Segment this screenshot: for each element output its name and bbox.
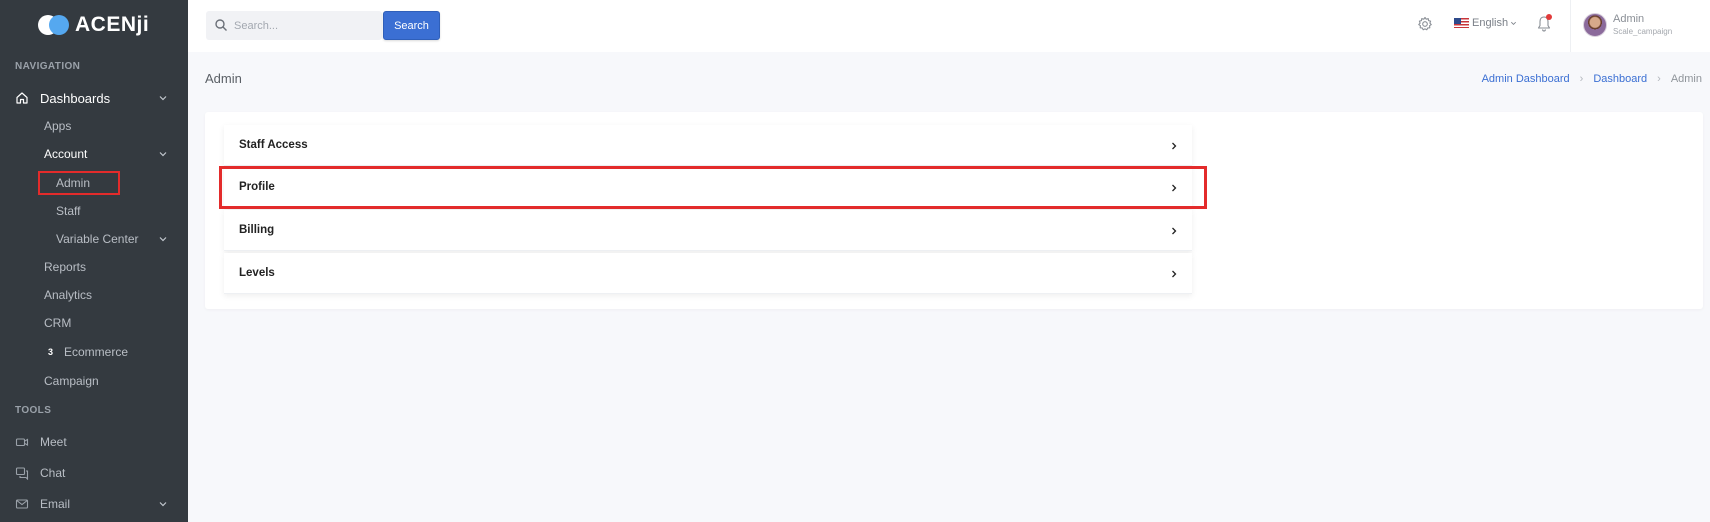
user-menu[interactable]: Admin Scale_campaign [1570, 0, 1710, 52]
sidebar-item-analytics[interactable]: Analytics [0, 282, 188, 308]
accordion-billing[interactable]: Billing [224, 210, 1192, 251]
logo-mark-icon [38, 15, 70, 35]
search-box [206, 11, 382, 40]
us-flag-icon [1454, 18, 1469, 28]
search-input[interactable] [234, 17, 374, 35]
breadcrumb-separator-icon: › [1579, 73, 1584, 85]
breadcrumb-admin-dashboard[interactable]: Admin Dashboard [1482, 73, 1570, 85]
sidebar-item-label: Reports [44, 260, 87, 274]
chevron-down-icon [159, 502, 167, 507]
ecommerce-badge: 3 [48, 347, 54, 357]
gear-icon[interactable] [1417, 16, 1433, 32]
chevron-down-icon [159, 96, 167, 101]
chevron-down-icon [159, 152, 167, 157]
home-icon [16, 92, 28, 104]
sidebar-item-label: Account [44, 147, 88, 161]
accordion-label: Staff Access [239, 139, 308, 151]
sidebar-item-apps[interactable]: Apps [0, 113, 188, 139]
sidebar-item-label: Meet [40, 435, 67, 449]
sidebar-item-label: Email [40, 497, 71, 511]
breadcrumb-separator-icon: › [1657, 73, 1661, 85]
sidebar-item-meet[interactable]: Meet [0, 429, 188, 455]
sidebar-item-campaign[interactable]: Campaign [0, 368, 188, 394]
accordion-label: Billing [239, 224, 275, 236]
breadcrumb-dashboard[interactable]: Dashboard [1593, 73, 1647, 85]
sidebar-item-reports[interactable]: Reports [0, 254, 188, 280]
avatar [1583, 13, 1607, 37]
sidebar-item-label: Dashboards [40, 90, 111, 106]
sidebar-item-account[interactable]: Account [0, 141, 188, 167]
chat-icon [15, 467, 29, 480]
sidebar-item-ecommerce[interactable]: 3 Ecommerce [0, 339, 188, 365]
section-title-tools: TOOLS [15, 405, 52, 416]
accordion-levels[interactable]: Levels [224, 253, 1192, 294]
chevron-down-icon [159, 237, 167, 242]
sidebar-item-staff[interactable]: Staff [0, 198, 188, 224]
search-icon [215, 19, 227, 31]
page-title: Admin [205, 71, 242, 86]
search-button[interactable]: Search [383, 11, 440, 40]
mail-icon [15, 499, 29, 509]
video-camera-icon [15, 438, 29, 447]
sidebar: ACENji NAVIGATION Dashboards Apps Accoun… [0, 0, 188, 522]
sidebar-item-label: Analytics [44, 288, 93, 302]
sidebar-item-label: Variable Center [56, 232, 139, 246]
sidebar-item-dashboards[interactable]: Dashboards [0, 85, 188, 111]
breadcrumb: Admin Dashboard › Dashboard › Admin [1482, 73, 1702, 85]
sidebar-item-variable-center[interactable]: Variable Center [0, 226, 188, 252]
chevron-right-icon [1172, 227, 1177, 235]
sidebar-item-label: Chat [40, 466, 66, 480]
user-name: Admin [1613, 13, 1645, 25]
user-subtitle: Scale_campaign [1613, 27, 1673, 36]
chevron-right-icon [1172, 270, 1177, 278]
topbar: Search English Admin Scale_campaign [188, 0, 1710, 52]
chevron-right-icon [1172, 142, 1177, 150]
sidebar-item-chat[interactable]: Chat [0, 460, 188, 486]
accordion-label: Levels [239, 267, 275, 279]
section-title-navigation: NAVIGATION [15, 61, 81, 72]
brand-name: ACENji [75, 13, 150, 36]
accordion-staff-access[interactable]: Staff Access [224, 125, 1192, 166]
sidebar-item-crm[interactable]: CRM [0, 310, 188, 336]
notification-dot [1546, 14, 1552, 20]
admin-highlight-box [38, 171, 120, 195]
language-selector[interactable]: English [1454, 17, 1517, 29]
brand-logo[interactable]: ACENji [38, 12, 149, 38]
sidebar-item-email[interactable]: Email [0, 491, 188, 517]
chevron-down-icon [1511, 21, 1517, 25]
sidebar-item-label: Apps [44, 119, 72, 133]
sidebar-item-label: Campaign [44, 374, 99, 388]
breadcrumb-current: Admin [1670, 73, 1702, 85]
sidebar-item-label: CRM [44, 316, 72, 330]
profile-highlight-box [219, 166, 1207, 209]
sidebar-item-label: Staff [56, 204, 81, 218]
sidebar-item-label: Ecommerce [64, 345, 129, 359]
language-label: English [1472, 17, 1509, 29]
